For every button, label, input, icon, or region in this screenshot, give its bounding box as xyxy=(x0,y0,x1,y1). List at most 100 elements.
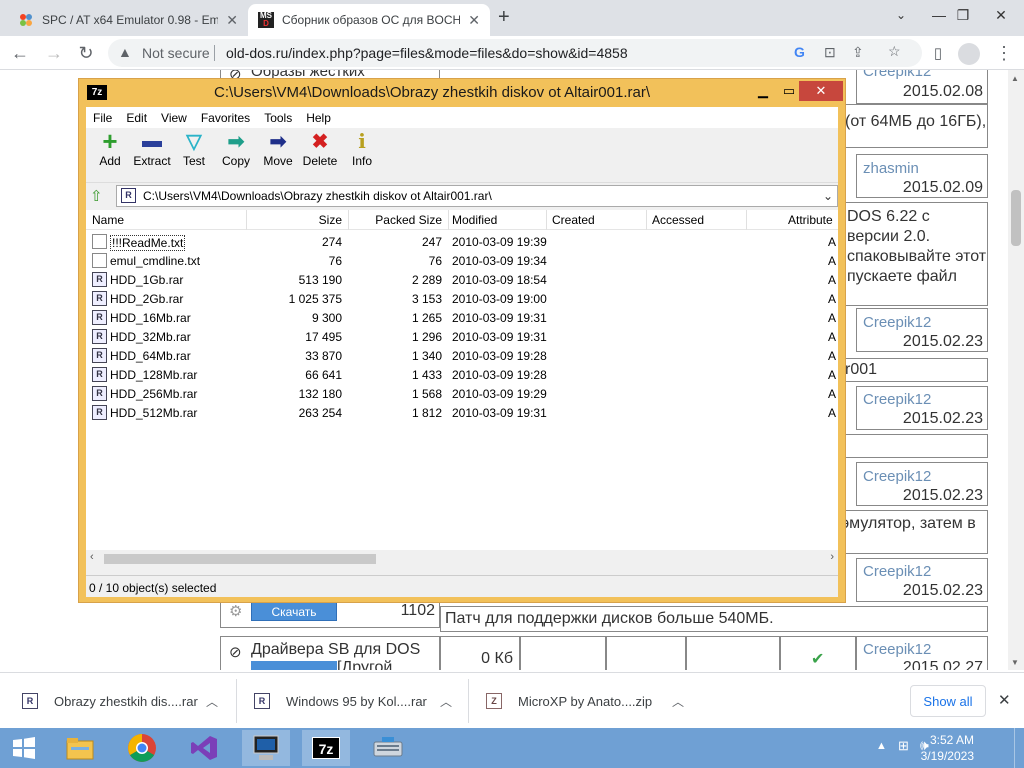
file-row[interactable]: R HDD_64Mb.rar 33 870 1 340 2010-03-09 19:28… xyxy=(86,346,838,365)
file-row[interactable]: R HDD_128Mb.rar 66 641 1 433 2010-03-09 19:2… xyxy=(86,365,838,384)
start-windows-icon[interactable] xyxy=(0,730,48,766)
scroll-left-icon[interactable]: ‹ xyxy=(90,551,94,563)
file-row[interactable]: R HDD_1Gb.rar 513 190 2 289 2010-03-09 18:54… xyxy=(86,270,838,289)
move-button[interactable]: ➡ Move xyxy=(257,128,299,182)
col-attributes[interactable]: Attribute xyxy=(788,213,833,227)
google-icon[interactable]: G xyxy=(794,44,805,60)
download-item[interactable]: Z MicroXP by Anato....zip ︿ xyxy=(486,673,696,729)
clock[interactable]: 3:52 AM 3/19/2023 xyxy=(921,732,974,764)
horizontal-scrollbar[interactable]: ‹ › xyxy=(86,550,838,567)
col-packed-size[interactable]: Packed Size xyxy=(348,213,442,227)
col-modified[interactable]: Modified xyxy=(452,213,497,227)
user-link[interactable]: Creepik12 xyxy=(863,391,931,408)
copy-button[interactable]: ➡ Copy xyxy=(215,128,257,182)
file-row[interactable]: emul_cmdline.txt 76 76 2010-03-09 19:34 A xyxy=(86,251,838,270)
path-combobox[interactable]: R C:\Users\VM4\Downloads\Obrazy zhestkih… xyxy=(116,185,838,207)
download-item[interactable]: R Obrazy zhestkih dis....rar ︿ xyxy=(22,673,232,729)
file-row[interactable]: R HDD_16Mb.rar 9 300 1 265 2010-03-09 19:31 A xyxy=(86,308,838,327)
info-button[interactable]: i Info xyxy=(341,128,383,182)
column-divider[interactable] xyxy=(448,210,449,230)
sevenzip-titlebar[interactable]: 7z C:\Users\VM4\Downloads\Obrazy zhestki… xyxy=(79,79,845,106)
address-bar[interactable]: ▲ Not secure old-dos.ru/index.php?page=f… xyxy=(108,39,922,67)
url-text[interactable]: old-dos.ru/index.php?page=files&mode=fil… xyxy=(226,45,628,61)
file-row[interactable]: R HDD_32Mb.rar 17 495 1 296 2010-03-09 19:31… xyxy=(86,327,838,346)
test-button[interactable]: ▽ Test xyxy=(173,128,215,182)
tray-chevron-icon[interactable]: ▲ xyxy=(876,740,887,752)
add-button[interactable]: + Add xyxy=(89,126,131,182)
menu-edit[interactable]: Edit xyxy=(119,107,154,128)
close-tab-icon[interactable]: ✕ xyxy=(226,12,238,29)
restore-button[interactable]: ❐ xyxy=(944,0,982,30)
column-divider[interactable] xyxy=(746,210,747,230)
delete-button[interactable]: ✖ Delete xyxy=(299,128,341,182)
scroll-right-icon[interactable]: › xyxy=(830,551,834,563)
profile-avatar-icon[interactable] xyxy=(958,43,980,65)
new-tab-button[interactable]: + xyxy=(498,6,510,29)
user-link[interactable]: Creepik12 xyxy=(863,641,931,658)
col-name[interactable]: Name xyxy=(92,213,124,227)
chevron-up-icon[interactable]: ︿ xyxy=(440,693,452,710)
file-list[interactable]: Name Size Packed Size Modified Created A… xyxy=(86,210,838,550)
forward-icon[interactable]: → xyxy=(42,42,66,64)
menu-tools[interactable]: Tools xyxy=(257,107,299,128)
menu-favorites[interactable]: Favorites xyxy=(194,107,257,128)
tab-bochs[interactable]: MS D Сборник образов ОС для BOCHS ✕ xyxy=(248,4,490,36)
chevron-down-icon[interactable]: ⌄ xyxy=(823,189,833,203)
close-downloads-icon[interactable]: ✕ xyxy=(998,691,1011,709)
scroll-thumb[interactable] xyxy=(104,554,376,564)
emulator-app-icon[interactable] xyxy=(242,730,290,766)
tab-emulator[interactable]: SPC / AT x64 Emulator 0.98 - Emu ✕ xyxy=(8,4,248,36)
page-scrollbar-thumb[interactable] xyxy=(1011,190,1021,246)
rar-archive-icon: R xyxy=(92,291,107,306)
download-button[interactable]: Скачать xyxy=(251,601,337,621)
user-link[interactable]: Creepik12 xyxy=(863,563,931,580)
chevron-up-icon[interactable]: ︿ xyxy=(206,693,218,710)
column-divider[interactable] xyxy=(546,210,547,230)
share-icon[interactable]: ⇪ xyxy=(852,44,864,61)
scroll-down-icon[interactable]: ▼ xyxy=(1011,658,1019,667)
scroll-up-icon[interactable]: ▲ xyxy=(1011,74,1019,83)
sidebar-icon[interactable]: ▯ xyxy=(926,42,950,64)
download-item[interactable]: R Windows 95 by Kol....rar ︿ xyxy=(254,673,464,729)
keyboard-app-icon[interactable] xyxy=(364,730,412,766)
show-desktop-button[interactable] xyxy=(1014,728,1024,768)
close-window-button[interactable]: ✕ xyxy=(982,0,1020,30)
file-row[interactable]: !!!ReadMe.txt 274 247 2010-03-09 19:39 A xyxy=(86,232,838,251)
file-title-cell[interactable]: ⊘ Драйвера SB для DOS [Другой xyxy=(220,636,440,670)
reload-icon[interactable]: ↻ xyxy=(74,42,98,64)
user-link[interactable]: Creepik12 xyxy=(863,314,931,331)
col-size[interactable]: Size xyxy=(246,213,342,227)
back-icon[interactable]: ← xyxy=(8,42,32,64)
menu-help[interactable]: Help xyxy=(299,107,338,128)
up-folder-icon[interactable]: ⇧ xyxy=(90,187,103,205)
column-divider[interactable] xyxy=(646,210,647,230)
visual-studio-icon[interactable] xyxy=(180,730,228,766)
warning-icon[interactable]: ▲ xyxy=(118,44,132,60)
network-icon[interactable]: ⊞ xyxy=(898,738,909,754)
file-row[interactable]: R HDD_256Mb.rar 132 180 1 568 2010-03-09 19:… xyxy=(86,384,838,403)
close-tab-icon[interactable]: ✕ xyxy=(468,12,480,29)
minimize-button[interactable]: ▁ xyxy=(749,81,777,101)
file-title[interactable]: Драйвера SB для DOS xyxy=(251,641,420,659)
extract-button[interactable]: ▬ Extract xyxy=(131,128,173,182)
bookmark-star-icon[interactable]: ☆ xyxy=(888,43,901,60)
user-link[interactable]: zhasmin xyxy=(863,160,919,177)
file-explorer-icon[interactable] xyxy=(56,730,104,766)
file-row[interactable]: R HDD_512Mb.rar 263 254 1 812 2010-03-09 19:… xyxy=(86,403,838,422)
page-scrollbar[interactable] xyxy=(1008,70,1024,670)
user-link[interactable]: Creepik12 xyxy=(863,468,931,485)
show-all-button[interactable]: Show all xyxy=(910,685,986,717)
col-accessed[interactable]: Accessed xyxy=(652,213,704,227)
close-button[interactable]: ✕ xyxy=(799,81,843,101)
user-link[interactable]: Creepik12 xyxy=(863,70,931,80)
col-created[interactable]: Created xyxy=(552,213,595,227)
file-row[interactable]: R HDD_2Gb.rar 1 025 375 3 153 2010-03-09 19:… xyxy=(86,289,838,308)
menu-view[interactable]: View xyxy=(154,107,194,128)
chevron-up-icon[interactable]: ︿ xyxy=(672,693,684,710)
chrome-icon[interactable] xyxy=(118,730,166,766)
download-button[interactable] xyxy=(251,661,337,670)
menu-kebab-icon[interactable]: ⋮ xyxy=(992,42,1016,64)
tab-search-icon[interactable]: ⌄ xyxy=(882,0,920,30)
sevenzip-taskbar-icon[interactable]: 7z xyxy=(302,730,350,766)
translate-icon[interactable]: ⊡ xyxy=(824,44,836,61)
